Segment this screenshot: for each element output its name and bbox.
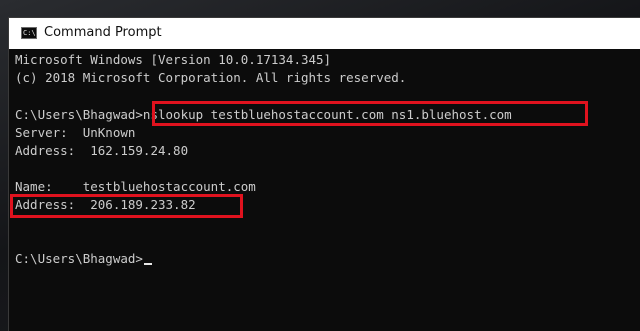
prompt-glyph-icon: C:\ (23, 29, 36, 37)
window-title: Command Prompt (44, 25, 162, 40)
command-prompt-window[interactable]: C:\ Command Prompt Microsoft Windows [Ve… (9, 18, 640, 331)
console-line-server: Server: UnKnown (15, 125, 136, 140)
console-line-version: Microsoft Windows [Version 10.0.17134.34… (15, 52, 332, 67)
address-highlight-box (10, 194, 243, 218)
command-highlight-box (152, 101, 588, 126)
desktop-background: C:\ Command Prompt Microsoft Windows [Ve… (0, 0, 640, 331)
console-line-prompt[interactable]: C:\Users\Bhagwad> (15, 250, 152, 268)
prompt-text: C:\Users\Bhagwad> (15, 251, 143, 266)
console-output[interactable]: Microsoft Windows [Version 10.0.17134.34… (9, 49, 640, 331)
console-line-server-address: Address: 162.159.24.80 (15, 143, 189, 158)
text-cursor (143, 263, 152, 265)
console-line-copyright: (c) 2018 Microsoft Corporation. All righ… (15, 70, 407, 85)
title-bar[interactable]: C:\ Command Prompt (9, 18, 640, 49)
command-prompt-icon[interactable]: C:\ (21, 27, 37, 39)
